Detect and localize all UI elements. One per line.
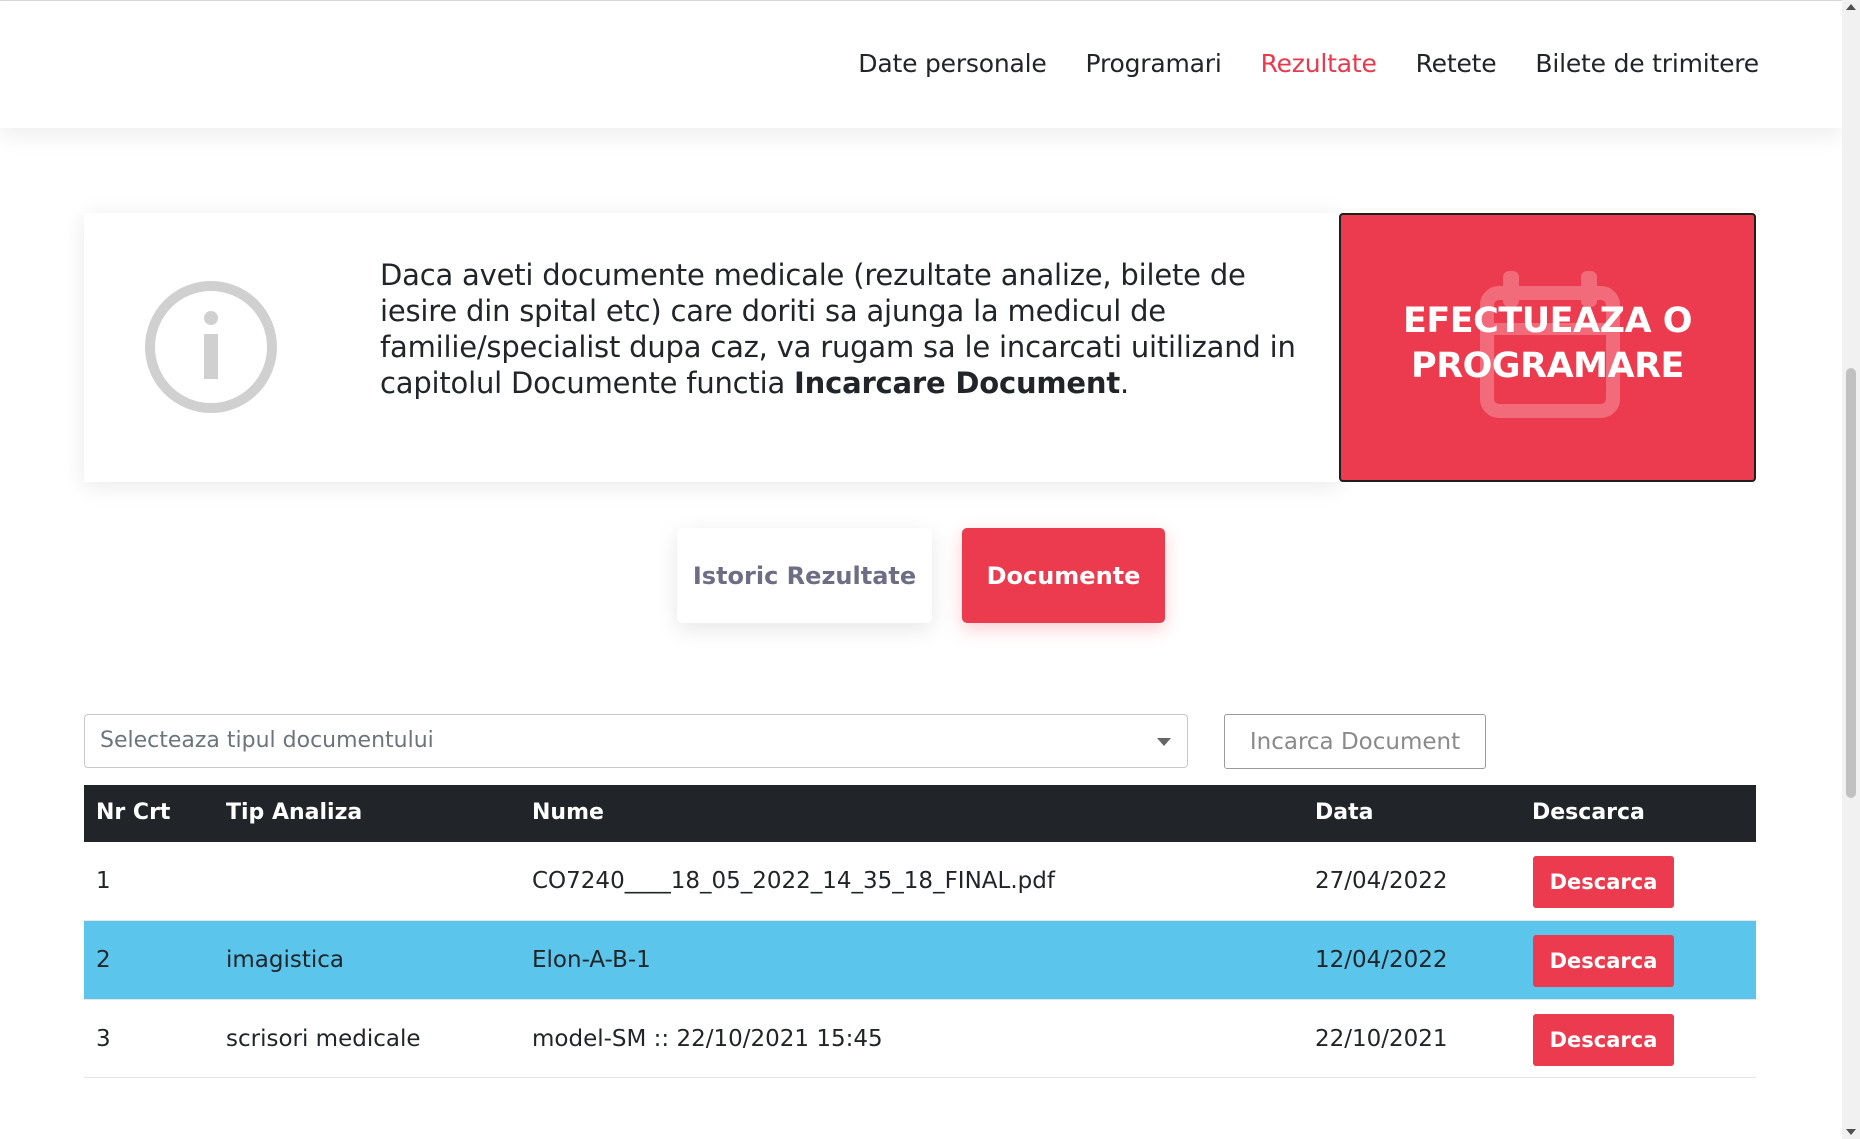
header-data: Data	[1315, 800, 1374, 825]
info-text-end: .	[1120, 366, 1130, 400]
incarca-document-button[interactable]: Incarca Document	[1224, 714, 1486, 769]
cell-tip: imagistica	[226, 947, 345, 973]
info-message: Daca aveti documente medicale (rezultate…	[380, 257, 1305, 401]
cell-nr: 2	[96, 947, 111, 973]
select-placeholder: Selecteaza tipul documentului	[100, 728, 434, 753]
header-nr-crt: Nr Crt	[96, 800, 171, 825]
document-type-select[interactable]: Selecteaza tipul documentului	[84, 714, 1188, 768]
info-text-bold: Incarcare Document	[794, 366, 1120, 400]
table-row: 3 scrisori medicale model-SM :: 22/10/20…	[84, 1000, 1756, 1078]
cell-nume: CO7240____18_05_2022_14_35_18_FINAL.pdf	[532, 868, 1055, 894]
header-nume: Nume	[532, 800, 604, 825]
cell-data: 27/04/2022	[1315, 868, 1448, 894]
info-card: Daca aveti documente medicale (rezultate…	[84, 213, 1340, 482]
cell-nume: Elon-A-B-1	[532, 947, 651, 973]
scroll-up-icon[interactable]	[1846, 4, 1856, 10]
cell-tip: scrisori medicale	[226, 1026, 421, 1052]
tab-documente[interactable]: Documente	[962, 528, 1165, 623]
nav-bilete-de-trimitere[interactable]: Bilete de trimitere	[1535, 49, 1759, 78]
scroll-down-icon[interactable]	[1846, 1129, 1856, 1135]
tab-istoric-rezultate[interactable]: Istoric Rezultate	[677, 528, 932, 623]
header-tip-analiza: Tip Analiza	[226, 800, 363, 825]
cell-data: 22/10/2021	[1315, 1026, 1448, 1052]
descarca-button[interactable]: Descarca	[1533, 935, 1674, 987]
descarca-button[interactable]: Descarca	[1533, 1014, 1674, 1066]
caret-down-icon	[1157, 738, 1171, 746]
cell-nr: 1	[96, 868, 111, 894]
main-nav: Date personale Programari Rezultate Rete…	[858, 49, 1759, 78]
header-descarca: Descarca	[1532, 800, 1645, 825]
documents-table: Nr Crt Tip Analiza Nume Data Descarca 1 …	[84, 785, 1756, 1078]
table-row: 2 imagistica Elon-A-B-1 12/04/2022 Desca…	[84, 921, 1756, 1000]
cta-label: EFECTUEAZA O PROGRAMARE	[1402, 301, 1693, 386]
top-navbar: Date personale Programari Rezultate Rete…	[0, 1, 1842, 128]
nav-date-personale[interactable]: Date personale	[858, 49, 1046, 78]
cell-data: 12/04/2022	[1315, 947, 1448, 973]
nav-programari[interactable]: Programari	[1086, 49, 1222, 78]
efectueaza-programare-button[interactable]: EFECTUEAZA O PROGRAMARE	[1339, 213, 1756, 482]
nav-rezultate[interactable]: Rezultate	[1261, 49, 1377, 78]
descarca-button[interactable]: Descarca	[1533, 856, 1674, 908]
cell-nume: model-SM :: 22/10/2021 15:45	[532, 1026, 883, 1052]
nav-retete[interactable]: Retete	[1416, 49, 1497, 78]
table-row: 1 CO7240____18_05_2022_14_35_18_FINAL.pd…	[84, 842, 1756, 921]
info-circle-icon	[145, 281, 277, 413]
table-header: Nr Crt Tip Analiza Nume Data Descarca	[84, 785, 1756, 842]
page-scrollbar[interactable]	[1842, 0, 1860, 1139]
scroll-thumb[interactable]	[1846, 368, 1856, 798]
cell-nr: 3	[96, 1026, 111, 1052]
